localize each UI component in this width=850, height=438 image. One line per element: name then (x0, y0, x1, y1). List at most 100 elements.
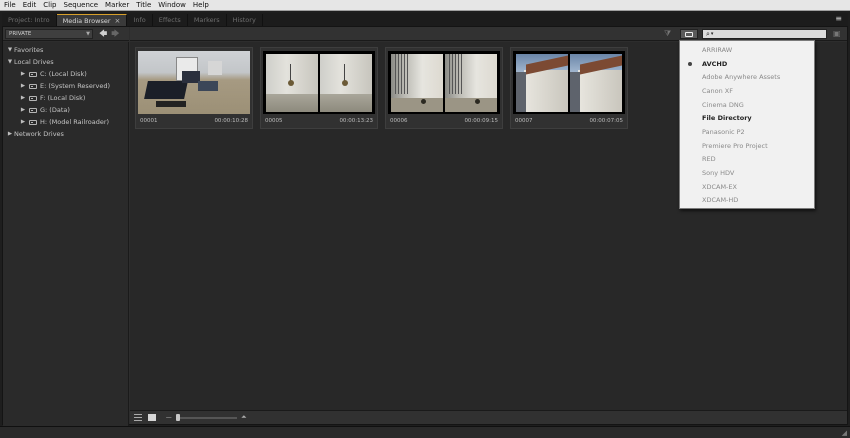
menu-item-avchd[interactable]: AVCHD (680, 57, 814, 71)
zoom-in-icon[interactable]: ⏶ (241, 413, 247, 421)
view-select-value: PRIVATE (9, 30, 32, 37)
search-input[interactable] (716, 30, 817, 38)
clip-thumbnail[interactable]: 00006 00:00:09:15 (385, 47, 503, 129)
back-arrow-icon[interactable]: 🡄 (99, 29, 107, 39)
icon-view-icon[interactable] (148, 414, 156, 421)
zoom-out-icon[interactable]: ⏤ (166, 413, 172, 421)
menu-title[interactable]: Title (136, 0, 151, 11)
tree-item-drive-f[interactable]: ▶ F: (Local Disk) (3, 92, 128, 104)
video-frame-image (138, 51, 250, 114)
menu-item-label: Cinema DNG (702, 100, 744, 109)
clip-duration: 00:00:13:23 (339, 118, 373, 124)
twisty-closed-icon[interactable]: ▶ (19, 95, 27, 101)
tab-history[interactable]: History (227, 14, 263, 26)
selected-dot-icon (688, 61, 692, 66)
forward-arrow-icon[interactable]: 🡆 (111, 29, 119, 39)
menu-item-canon-xf[interactable]: Canon XF (680, 84, 814, 98)
tree-item-label: Local Drives (14, 58, 54, 66)
clip-name: 00007 (515, 118, 533, 124)
menu-item-sony-hdv[interactable]: Sony HDV (680, 166, 814, 180)
chevron-down-icon[interactable]: ▾ (711, 31, 714, 37)
tab-label: Project: Intro (8, 16, 50, 24)
camera-icon (685, 31, 693, 37)
menu-item-panasonic-p2[interactable]: Panasonic P2 (680, 125, 814, 139)
drive-icon (29, 71, 37, 77)
chevron-down-icon: ▼ (86, 30, 90, 37)
tab-markers[interactable]: Markers (188, 14, 227, 26)
tab-project[interactable]: Project: Intro (2, 14, 57, 26)
drive-icon (29, 119, 37, 125)
twisty-closed-icon[interactable]: ▶ (19, 71, 27, 77)
video-frame-image (266, 53, 318, 112)
menu-clip[interactable]: Clip (43, 0, 56, 11)
zoom-slider[interactable] (177, 417, 237, 419)
clip-duration: 00:00:07:05 (589, 118, 623, 124)
clip-thumb-image (138, 51, 250, 114)
clip-thumbnail[interactable]: 00001 00:00:10:28 (135, 47, 253, 129)
menu-item-arriraw[interactable]: ARRIRAW (680, 43, 814, 57)
search-field[interactable]: ⌕ ▾ (702, 29, 827, 39)
clip-name: 00005 (265, 118, 283, 124)
resize-grip-icon[interactable]: ◢ (842, 429, 847, 437)
tree-item-drive-c[interactable]: ▶ C: (Local Disk) (3, 68, 128, 80)
menu-bar: File Edit Clip Sequence Marker Title Win… (0, 0, 850, 11)
twisty-closed-icon[interactable]: ▶ (6, 131, 14, 137)
tree-item-local-drives[interactable]: ▼ Local Drives (3, 56, 128, 68)
tab-label: Effects (158, 16, 181, 24)
menu-item-xdcam-ex[interactable]: XDCAM-EX (680, 180, 814, 194)
menu-item-red[interactable]: RED (680, 153, 814, 167)
tab-media-browser[interactable]: Media Browser × (56, 14, 128, 26)
menu-item-label: XDCAM-HD (702, 196, 739, 205)
tree-item-drive-e[interactable]: ▶ E: (System Reserved) (3, 80, 128, 92)
clip-thumb-image (263, 51, 375, 114)
twisty-open-icon[interactable]: ▼ (6, 59, 14, 65)
status-bar: ◢ (0, 426, 850, 438)
tree-item-network-drives[interactable]: ▶ Network Drives (3, 128, 128, 140)
tree-item-drive-g[interactable]: ▶ G: (Data) (3, 104, 128, 116)
view-as-select[interactable]: PRIVATE ▼ (5, 28, 93, 39)
tree-item-label: F: (Local Disk) (40, 94, 86, 102)
panel-menu-icon[interactable]: ≡ (835, 14, 842, 23)
menu-item-label: AVCHD (702, 59, 728, 68)
tree-item-label: C: (Local Disk) (40, 70, 87, 78)
menu-item-label: Adobe Anywhere Assets (702, 73, 781, 82)
menu-item-xdcam-hd[interactable]: XDCAM-HD (680, 194, 814, 208)
filter-icon[interactable]: ⧩ (664, 30, 671, 38)
new-folder-icon[interactable]: ▣ (833, 30, 841, 38)
zoom-slider-handle[interactable] (176, 414, 180, 421)
menu-item-label: RED (702, 155, 716, 164)
drive-icon (29, 107, 37, 113)
clip-thumbnail[interactable]: 00007 00:00:07:05 (510, 47, 628, 129)
close-icon[interactable]: × (115, 17, 121, 25)
twisty-closed-icon[interactable]: ▶ (19, 119, 27, 125)
menu-item-cinema-dng[interactable]: Cinema DNG (680, 98, 814, 112)
tab-info[interactable]: Info (127, 14, 153, 26)
list-view-icon[interactable] (134, 414, 142, 421)
menu-window[interactable]: Window (158, 0, 186, 11)
twisty-open-icon[interactable]: ▼ (6, 47, 14, 53)
tab-effects[interactable]: Effects (153, 14, 188, 26)
menu-file[interactable]: File (4, 0, 16, 11)
menu-item-label: ARRIRAW (702, 45, 733, 54)
twisty-closed-icon[interactable]: ▶ (19, 107, 27, 113)
panel-tab-strip: Project: Intro Media Browser × Info Effe… (2, 13, 848, 26)
menu-item-file-directory[interactable]: File Directory (680, 111, 814, 125)
tree-item-label: Favorites (14, 46, 44, 54)
menu-marker[interactable]: Marker (105, 0, 129, 11)
tree-item-drive-h[interactable]: ▶ H: (Model Railroader) (3, 116, 128, 128)
tree-item-label: G: (Data) (40, 106, 70, 114)
source-type-menu: ARRIRAW AVCHD Adobe Anywhere Assets Cano… (679, 40, 815, 209)
drive-icon (29, 95, 37, 101)
clip-thumbnail[interactable]: 00005 00:00:13:23 (260, 47, 378, 129)
left-toolbar: PRIVATE ▼ 🡄 🡆 (3, 27, 129, 41)
menu-item-adobe-anywhere[interactable]: Adobe Anywhere Assets (680, 70, 814, 84)
menu-edit[interactable]: Edit (23, 0, 37, 11)
menu-help[interactable]: Help (193, 0, 209, 11)
menu-sequence[interactable]: Sequence (64, 0, 99, 11)
tab-label: Media Browser (62, 16, 111, 25)
ingest-source-button[interactable] (680, 29, 698, 39)
folder-tree: ▼ Favorites ▼ Local Drives ▶ C: (Local D… (3, 42, 129, 426)
tree-item-favorites[interactable]: ▼ Favorites (3, 44, 128, 56)
twisty-closed-icon[interactable]: ▶ (19, 83, 27, 89)
menu-item-premiere-project[interactable]: Premiere Pro Project (680, 139, 814, 153)
